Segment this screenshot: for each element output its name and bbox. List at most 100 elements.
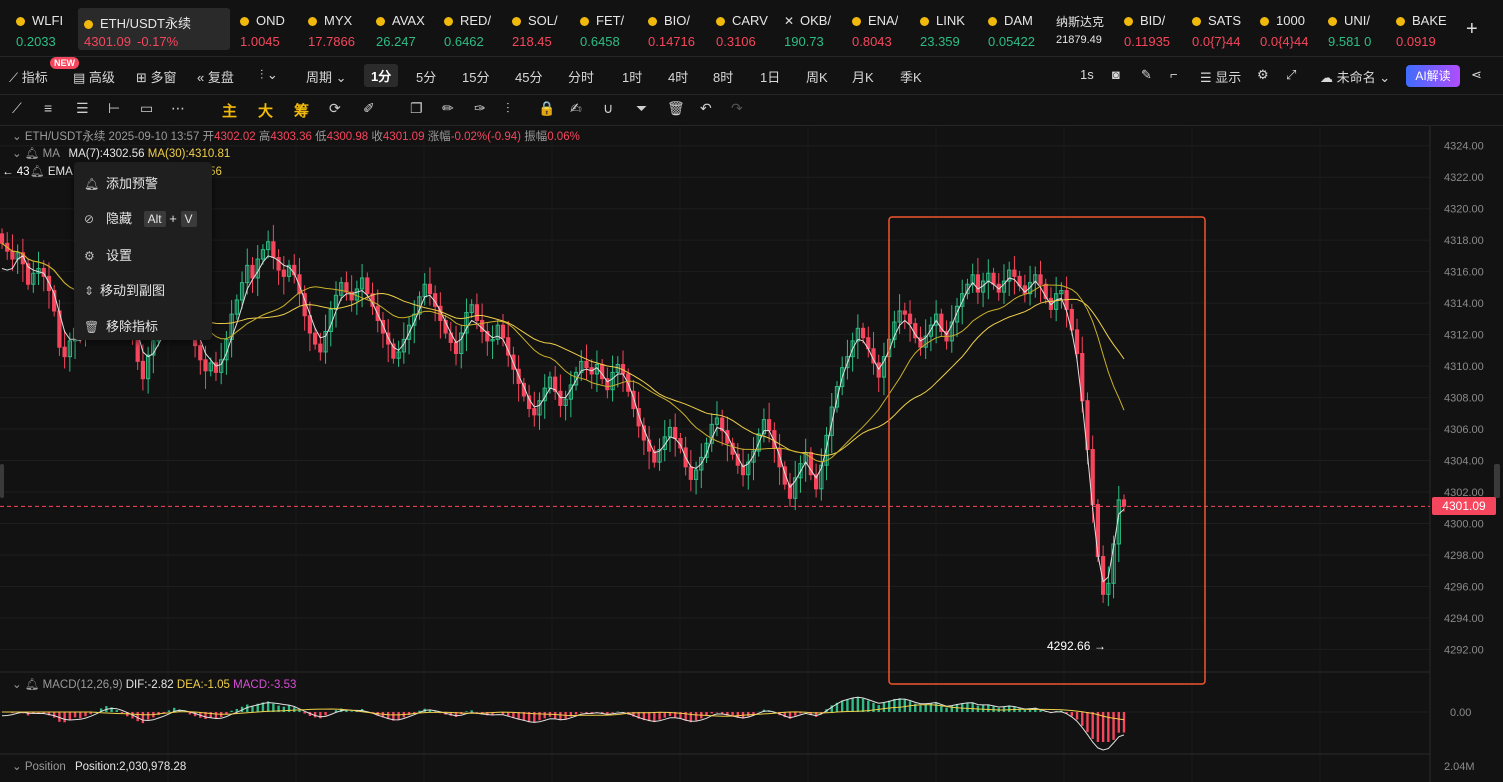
ticker-price-text: 0.6458 (580, 34, 620, 49)
ticker-0[interactable]: WLFI 0.2033 (16, 8, 76, 50)
ticker-19[interactable]: BAKE 0.0919 (1396, 8, 1454, 50)
ticker-18[interactable]: UNI/9.581 0 (1328, 8, 1386, 50)
advanced-button[interactable]: ▤ 高级 (73, 67, 115, 86)
ticker-6[interactable]: SOL/218.45 (512, 8, 570, 50)
chart-type-button[interactable]: ⫶ ⌄ (260, 67, 278, 83)
hline-tool-icon[interactable]: ⊢ (108, 100, 120, 117)
indicators-button[interactable]: ⟋ 指标 (9, 67, 48, 86)
interval-tab-2[interactable]: 15分 (462, 67, 489, 86)
macd-info[interactable]: ⌄ 🔔︎ MACD(12,26,9) DIF:-2.82 DEA:-1.05 M… (12, 677, 296, 691)
ticker-16[interactable]: SATS 0.0{7}44 (1192, 8, 1250, 50)
candle-body (318, 343, 323, 353)
pencil-icon[interactable]: ✎ (1141, 67, 1152, 83)
replay-button[interactable]: « 复盘 (197, 67, 234, 86)
refresh-rate-button[interactable]: 1s (1080, 67, 1094, 82)
ticker-8[interactable]: BIO/0.14716 (648, 8, 706, 50)
magnet-icon[interactable]: ∪ (603, 100, 613, 117)
more-tools-icon[interactable]: ⋯ (171, 100, 185, 117)
interval-tab-5[interactable]: 1时 (622, 67, 642, 86)
bell-icon[interactable]: 🔔︎ (25, 679, 40, 691)
ticker-7[interactable]: FET/0.6458 (580, 8, 638, 50)
menu-hide[interactable]: ⊘ 隐藏 Alt + V (84, 208, 197, 227)
redo-icon[interactable]: ↷ (731, 100, 743, 117)
ticker-1[interactable]: ETH/USDT永续 4301.09 -0.17% (78, 8, 230, 50)
ticker-3[interactable]: MYX 17.7866 (308, 8, 366, 50)
interval-tab-8[interactable]: 1日 (760, 67, 780, 86)
interval-tab-0[interactable]: 1分 (364, 64, 399, 87)
ticker-4[interactable]: AVAX 26.247 (376, 8, 434, 50)
note-icon[interactable]: ✍ (570, 100, 582, 117)
ticker-9[interactable]: CARV 0.3106 (716, 8, 774, 50)
layout-cloud-button[interactable]: ☁ 未命名 ⌄ (1320, 67, 1390, 86)
big-order-button[interactable]: 大 (258, 100, 273, 121)
candle-body (453, 341, 459, 355)
ai-analysis-button[interactable]: AI解读 (1406, 65, 1460, 87)
share-icon[interactable]: ⋖ (1471, 67, 1482, 83)
interval-tab-7[interactable]: 8时 (713, 67, 733, 86)
rectangle-tool-icon[interactable]: ▭ (140, 100, 153, 117)
camera-icon[interactable]: ◙ (1112, 67, 1120, 82)
ticker-price: 0.0919 (1396, 34, 1436, 49)
ticker-symbol: MYX (308, 13, 352, 28)
ticker-11[interactable]: ENA/0.8043 (852, 8, 910, 50)
interval-tab-1[interactable]: 5分 (416, 67, 436, 86)
collapse-icon[interactable]: ⌄ (12, 148, 22, 160)
trash-icon[interactable]: 🗑 (667, 100, 685, 117)
ticker-13[interactable]: DAM 0.05422 (988, 8, 1046, 50)
left-price-marker: ← 43 (2, 166, 30, 178)
interval-tab-9[interactable]: 周K (806, 67, 828, 86)
menu-add-alert[interactable]: 🔔︎ 添加预警 (84, 173, 158, 192)
bell-icon[interactable]: 🔔︎ (25, 148, 40, 160)
ma-info[interactable]: ⌄ 🔔︎ MA MA(7):4302.56 MA(30):4310.81 (12, 146, 230, 160)
ticker-2[interactable]: OND 1.0045 (240, 8, 298, 50)
add-tab-button[interactable]: + (1466, 18, 1478, 41)
filter-icon[interactable]: ⏷ (636, 100, 647, 117)
hlines-tool-icon[interactable]: ≡ (44, 100, 52, 116)
menu-settings[interactable]: ⚙ 设置 (84, 245, 132, 264)
ticker-17[interactable]: 1000 0.0{4}44 (1260, 8, 1318, 50)
interval-tab-11[interactable]: 季K (900, 67, 922, 86)
period-dropdown[interactable]: 周期 ⌄ (306, 67, 347, 86)
collapse-icon[interactable]: ⌄ (12, 131, 22, 143)
ticker-12[interactable]: LINK 23.359 (920, 8, 978, 50)
line-tool-icon[interactable]: ⟋ (12, 100, 22, 117)
copy-icon[interactable]: ❐ (410, 100, 423, 117)
coin-icon (240, 17, 249, 26)
collapse-icon[interactable]: ⌄ (12, 761, 22, 773)
bell-icon[interactable]: 🔔︎ (30, 166, 45, 178)
display-button[interactable]: ☰ 显示 (1200, 67, 1241, 86)
macd-bar (120, 712, 124, 713)
macd-bar (971, 702, 974, 712)
ticker-5[interactable]: RED/0.6462 (444, 8, 502, 50)
gear-icon[interactable]: ⚙ (1257, 67, 1269, 83)
fullscreen-exit-icon[interactable]: ⌐ (1170, 67, 1178, 82)
undo-icon[interactable]: ↶ (700, 100, 712, 117)
pen-icon[interactable]: ✏ (442, 100, 454, 117)
collapse-icon[interactable]: ⌄ (12, 679, 22, 691)
main-force-button[interactable]: 主 (222, 100, 237, 121)
channel-tool-icon[interactable]: ☰ (76, 100, 89, 117)
right-scroll-handle[interactable] (1494, 464, 1500, 498)
chip-button[interactable]: 筹 (294, 100, 309, 121)
ticker-10[interactable]: ✕ OKB/190.73 (784, 8, 842, 50)
interval-tab-4[interactable]: 分时 (568, 67, 594, 86)
marker-icon[interactable]: ✑ (474, 100, 486, 117)
brush-settings-icon[interactable]: ✐ (363, 100, 375, 117)
menu-remove-indicator[interactable]: 🗑 移除指标 (84, 316, 158, 335)
menu-move-to-subchart[interactable]: ⇕ 移动到副图 (84, 280, 165, 299)
interval-tab-10[interactable]: 月K (852, 67, 874, 86)
lock-icon[interactable]: 🔒 (538, 100, 555, 117)
ticker-15[interactable]: BID/0.11935 (1124, 8, 1182, 50)
expand-icon[interactable]: ⤢ (1286, 67, 1296, 83)
sync-tool-icon[interactable]: ⟳ (329, 100, 341, 117)
shortcut-alt: Alt (143, 211, 166, 227)
interval-tab-3[interactable]: 45分 (515, 67, 542, 86)
macd-bar (1122, 712, 1126, 733)
position-info[interactable]: ⌄ Position Position:2,030,978.28 (12, 759, 186, 773)
multi-window-button[interactable]: ⊞ 多窗 (136, 67, 177, 86)
candles-icon[interactable]: ⫶ (506, 100, 510, 117)
macd-bar (470, 710, 473, 712)
interval-tab-6[interactable]: 4时 (668, 67, 688, 86)
left-scroll-handle[interactable] (0, 464, 4, 498)
ticker-14[interactable]: 纳斯达克 21879.49 (1056, 8, 1114, 50)
